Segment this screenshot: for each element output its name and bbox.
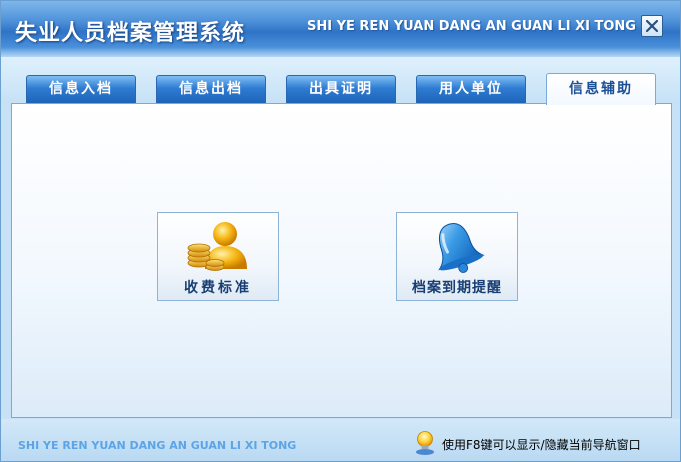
title-bar[interactable]: 失业人员档案管理系统 SHI YE REN YUAN DANG AN GUAN … [1, 1, 680, 57]
tab-info-archive-in[interactable]: 信息入档 [26, 75, 136, 103]
bell-icon [438, 223, 485, 273]
content-panel: 收费标准 档案到期提醒 [11, 103, 672, 418]
close-button[interactable] [641, 15, 663, 37]
lightbulb-icon [416, 431, 434, 455]
user-coins-icon [187, 222, 247, 271]
status-bar: SHI YE REN YUAN DANG AN GUAN LI XI TONG … [1, 419, 680, 461]
tab-certificate[interactable]: 出具证明 [286, 75, 396, 103]
archive-expiry-reminder-label: 档案到期提醒 [412, 280, 502, 296]
tab-employer[interactable]: 用人单位 [416, 75, 526, 103]
archive-expiry-reminder-button[interactable]: 档案到期提醒 [396, 212, 518, 301]
app-title: 失业人员档案管理系统 [15, 21, 246, 46]
fee-standard-button[interactable]: 收费标准 [157, 212, 279, 301]
close-icon [646, 20, 658, 32]
tab-info-archive-out[interactable]: 信息出档 [156, 75, 266, 103]
app-window: 失业人员档案管理系统 SHI YE REN YUAN DANG AN GUAN … [0, 0, 681, 462]
fee-standard-label: 收费标准 [184, 280, 252, 296]
f8-hint-text: 使用F8键可以显示/隐藏当前导航窗口 [442, 438, 641, 452]
tab-info-assist[interactable]: 信息辅助 [546, 73, 656, 105]
footer-subtitle: SHI YE REN YUAN DANG AN GUAN LI XI TONG [18, 439, 297, 452]
app-subtitle: SHI YE REN YUAN DANG AN GUAN LI XI TONG [307, 19, 636, 34]
tab-strip: 信息入档 信息出档 出具证明 用人单位 信息辅助 [1, 57, 680, 105]
